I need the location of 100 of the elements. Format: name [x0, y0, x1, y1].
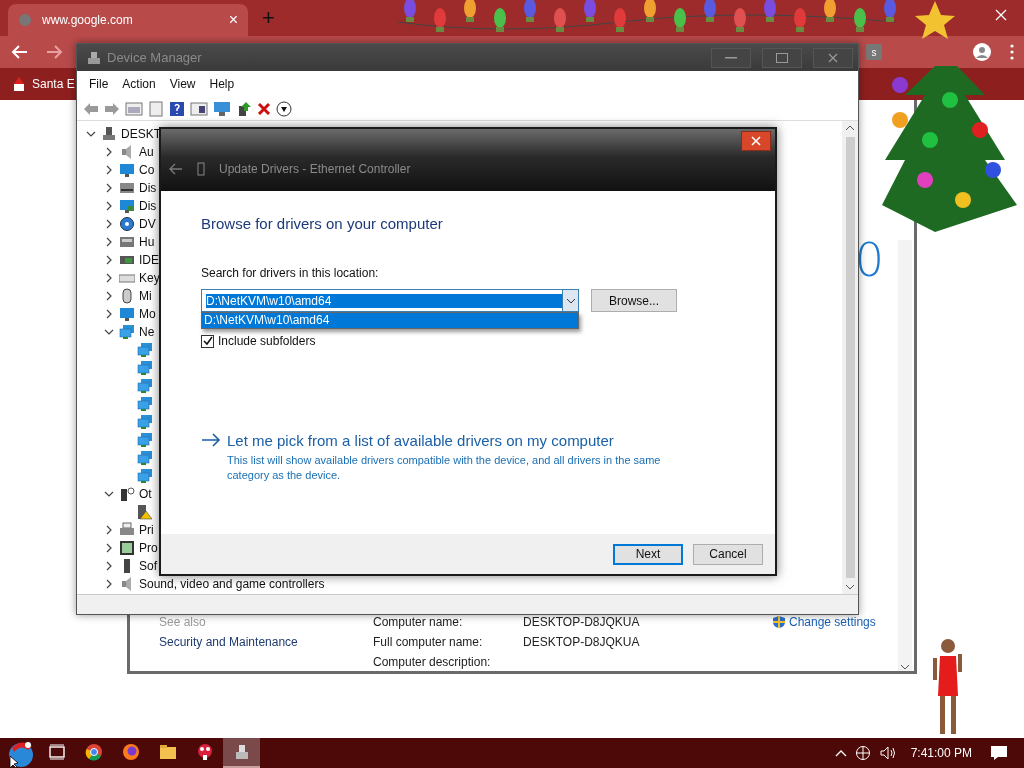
mouse-icon	[119, 288, 135, 304]
tree-item[interactable]: Pri	[139, 523, 154, 537]
expand-chevron-icon[interactable]	[104, 309, 114, 319]
tree-item[interactable]: Mi	[139, 289, 152, 303]
speaker-icon[interactable]	[878, 745, 897, 761]
maximize-button[interactable]	[762, 47, 802, 68]
tree-item[interactable]: Pro	[139, 541, 158, 555]
extension-button[interactable]: s	[866, 44, 882, 60]
bookmark-link[interactable]: Santa E	[32, 77, 75, 91]
help-icon[interactable]	[169, 100, 185, 117]
expand-chevron-icon[interactable]	[104, 291, 114, 301]
close-button[interactable]	[741, 131, 771, 151]
dialog-heading: Browse for drivers on your computer	[201, 215, 444, 232]
delete-icon[interactable]	[257, 101, 271, 116]
scroll-down-icon[interactable]	[900, 663, 910, 671]
expand-chevron-icon[interactable]	[104, 273, 114, 283]
profile-icon[interactable]	[972, 42, 992, 62]
field-value: DESKTOP-D8JQKUA	[523, 635, 641, 649]
forward-arrow-icon[interactable]	[104, 101, 120, 116]
pick-driver-link[interactable]: Let me pick from a list of available drivers on my computer	[227, 432, 671, 449]
network-icon	[119, 324, 135, 340]
expand-chevron-icon[interactable]	[104, 201, 114, 211]
field-value: DESKTOP-D8JQKUA	[523, 615, 641, 629]
tree-item[interactable]: Ot	[139, 487, 152, 501]
task-view-icon[interactable]	[47, 743, 66, 761]
tree-item[interactable]: DESKT	[121, 127, 161, 141]
tree-item[interactable]: Mo	[139, 307, 156, 321]
expand-chevron-icon[interactable]	[104, 237, 114, 247]
computer-icon	[101, 126, 117, 142]
tree-item[interactable]: Hu	[139, 235, 155, 249]
clock[interactable]: 7:41:00 PM	[910, 746, 972, 760]
chip-icon	[119, 540, 135, 556]
expand-chevron-icon[interactable]	[104, 147, 114, 157]
tree-item[interactable]: Key	[139, 271, 160, 285]
drive-icon	[119, 180, 135, 196]
browse-button[interactable]: Browse...	[591, 289, 677, 312]
notifications-icon[interactable]	[990, 745, 1008, 761]
monitor-icon	[119, 162, 135, 178]
field-label: Computer name:	[373, 615, 464, 629]
expand-chevron-icon[interactable]	[104, 579, 114, 589]
menu-item[interactable]: Action	[122, 77, 156, 91]
section-label: See also	[159, 615, 207, 629]
dialog-button[interactable]: Cancel	[693, 543, 763, 565]
expand-chevron-icon[interactable]	[104, 165, 114, 175]
scrollbar[interactable]	[842, 121, 858, 594]
disc-icon	[119, 216, 135, 232]
back-arrow-icon[interactable]	[83, 101, 99, 116]
expand-chevron-icon[interactable]	[104, 255, 114, 265]
chrome-icon[interactable]	[84, 743, 103, 761]
star-drawing	[915, 0, 955, 40]
tree-item[interactable]: Dis	[139, 181, 157, 195]
download-icon[interactable]	[276, 100, 292, 117]
update-driver-icon[interactable]	[236, 100, 252, 117]
scroll-down-icon[interactable]	[845, 584, 855, 590]
dialog-button[interactable]: Next	[613, 543, 683, 565]
chevron-up-icon[interactable]	[834, 749, 847, 757]
network-icon	[137, 396, 153, 412]
field-label: Computer description:	[373, 655, 492, 669]
globe-icon[interactable]	[854, 745, 871, 761]
tree-item[interactable]: Dis	[139, 199, 157, 213]
dropdown-option[interactable]: D:\NetKVM\w10\amd64	[202, 313, 578, 328]
menu-icon[interactable]	[1010, 44, 1014, 60]
close-icon[interactable]	[995, 9, 1007, 21]
window-icon[interactable]	[190, 100, 208, 117]
expand-chevron-icon[interactable]	[104, 543, 114, 553]
tree-item[interactable]: IDE	[139, 253, 159, 267]
collapse-chevron-icon[interactable]	[104, 327, 114, 337]
tree-item[interactable]: Co	[139, 163, 155, 177]
tree-item[interactable]: Sound, video and game controllers	[139, 577, 325, 591]
tree-item[interactable]: Ne	[139, 325, 155, 339]
firefox-icon[interactable]	[121, 743, 140, 761]
santa-icon	[12, 76, 26, 92]
browser-tab[interactable]: www.google.com ×	[8, 4, 248, 36]
collapse-chevron-icon[interactable]	[104, 489, 114, 499]
menu-item[interactable]: File	[89, 77, 109, 91]
menu-item[interactable]: View	[169, 77, 196, 91]
back-arrow-icon[interactable]	[169, 163, 183, 175]
expand-chevron-icon[interactable]	[104, 183, 114, 193]
tab-close-button[interactable]: ×	[228, 11, 238, 29]
expand-chevron-icon[interactable]	[104, 525, 114, 535]
folder-icon[interactable]	[158, 743, 177, 761]
collapse-chevron-icon[interactable]	[86, 129, 96, 139]
mushroom-app-icon[interactable]	[195, 743, 214, 761]
location-combo-box[interactable]: D:\NetKVM\w10\amd64	[201, 289, 579, 312]
globe-icon	[18, 13, 32, 27]
nav-link[interactable]: Security and Maintenance	[159, 635, 373, 649]
checkbox[interactable]	[201, 334, 214, 348]
expand-chevron-icon[interactable]	[104, 219, 114, 229]
tree-item[interactable]: Sof	[139, 559, 157, 573]
tree-item[interactable]: DV	[139, 217, 156, 231]
monitor-icon[interactable]	[213, 100, 231, 117]
menu-item[interactable]: Help	[209, 77, 235, 91]
maximize-icon	[776, 52, 788, 63]
tree-item[interactable]: Au	[139, 145, 154, 159]
arrow-right-icon[interactable]	[201, 432, 221, 448]
expand-chevron-icon[interactable]	[104, 561, 114, 571]
scrollbar[interactable]	[898, 240, 912, 671]
network-icon	[137, 432, 153, 448]
scroll-up-icon[interactable]	[845, 125, 855, 131]
tab-title: www.google.com	[42, 13, 134, 27]
